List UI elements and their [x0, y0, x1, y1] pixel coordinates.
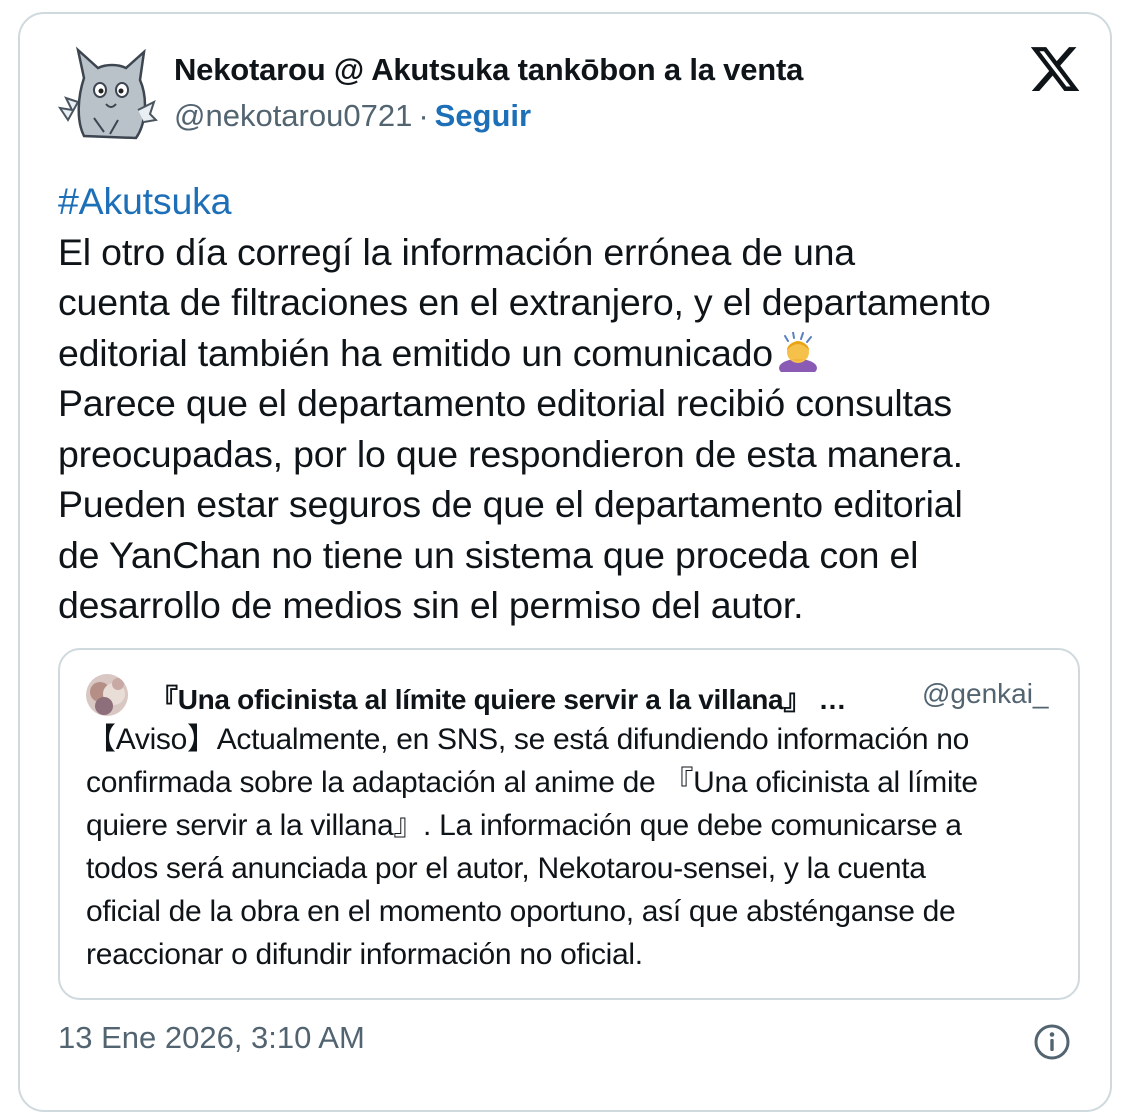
post-line: Parece que el departamento editorial rec… [58, 382, 952, 424]
post-line: editorial también ha emitido un comunica… [58, 328, 1098, 379]
quote-line: 【Aviso】Actualmente, en SNS, se está difu… [86, 723, 970, 756]
quoted-post[interactable]: 『Una oficinista al límite quiere servir … [58, 648, 1080, 1000]
post-line: preocupadas, por lo que respondieron de … [58, 432, 963, 475]
info-button[interactable] [1032, 1022, 1072, 1062]
quoted-post-text: 【Aviso】Actualmente, en SNS, se está difu… [86, 718, 1066, 976]
quoted-author-avatar [86, 674, 128, 716]
post-card: Nekotarou @ Akutsuka tankōbon a la venta… [18, 12, 1112, 1112]
post-text: #Akutsuka El otro día corregí la informa… [58, 176, 1098, 631]
person-bowing-emoji-icon [773, 330, 823, 377]
post-line: cuenta de filtraciones en el extranjero,… [58, 281, 991, 323]
quote-line: quiere servir a la villana』. La informac… [86, 809, 962, 842]
post-line-text: editorial también ha emitido un comunica… [58, 331, 773, 374]
cat-avatar-icon [57, 46, 159, 140]
post-line: desarrollo de medios sin el permiso del … [58, 584, 804, 626]
quote-line: todos será anunciada por el autor, Nekot… [86, 852, 926, 885]
quoted-author-name: 『Una oficinista al límite quiere servir … [150, 684, 847, 715]
author-display-name[interactable]: Nekotarou @ Akutsuka tankōbon a la venta [174, 52, 803, 88]
post-line: El otro día corregí la información errón… [58, 230, 855, 273]
quote-line: reaccionar o difundir información no ofi… [86, 938, 643, 971]
quote-line: oficial de la obra en el momento oportun… [86, 895, 956, 928]
post-line: de YanChan no tiene un sistema que proce… [58, 533, 919, 576]
post-line: Pueden estar seguros de que el departame… [58, 483, 963, 525]
quoted-author-handle: @genkai_ [922, 678, 1049, 709]
author-handle[interactable]: @nekotarou0721 [174, 98, 412, 133]
author-avatar[interactable] [57, 40, 159, 144]
follow-button[interactable]: Seguir [435, 98, 531, 133]
separator-dot: · [418, 98, 429, 133]
post-timestamp[interactable]: 13 Ene 2026, 3:10 AM [58, 1020, 365, 1056]
hashtag-link[interactable]: #Akutsuka [58, 176, 1098, 227]
info-icon [1034, 1024, 1070, 1060]
x-logo-icon [1030, 47, 1080, 91]
anime-avatar-icon [86, 674, 128, 716]
author-handle-row: @nekotarou0721 · Seguir [174, 98, 531, 134]
x-logo-link[interactable] [1028, 42, 1082, 96]
quote-line: confirmada sobre la adaptación al anime … [86, 766, 978, 799]
